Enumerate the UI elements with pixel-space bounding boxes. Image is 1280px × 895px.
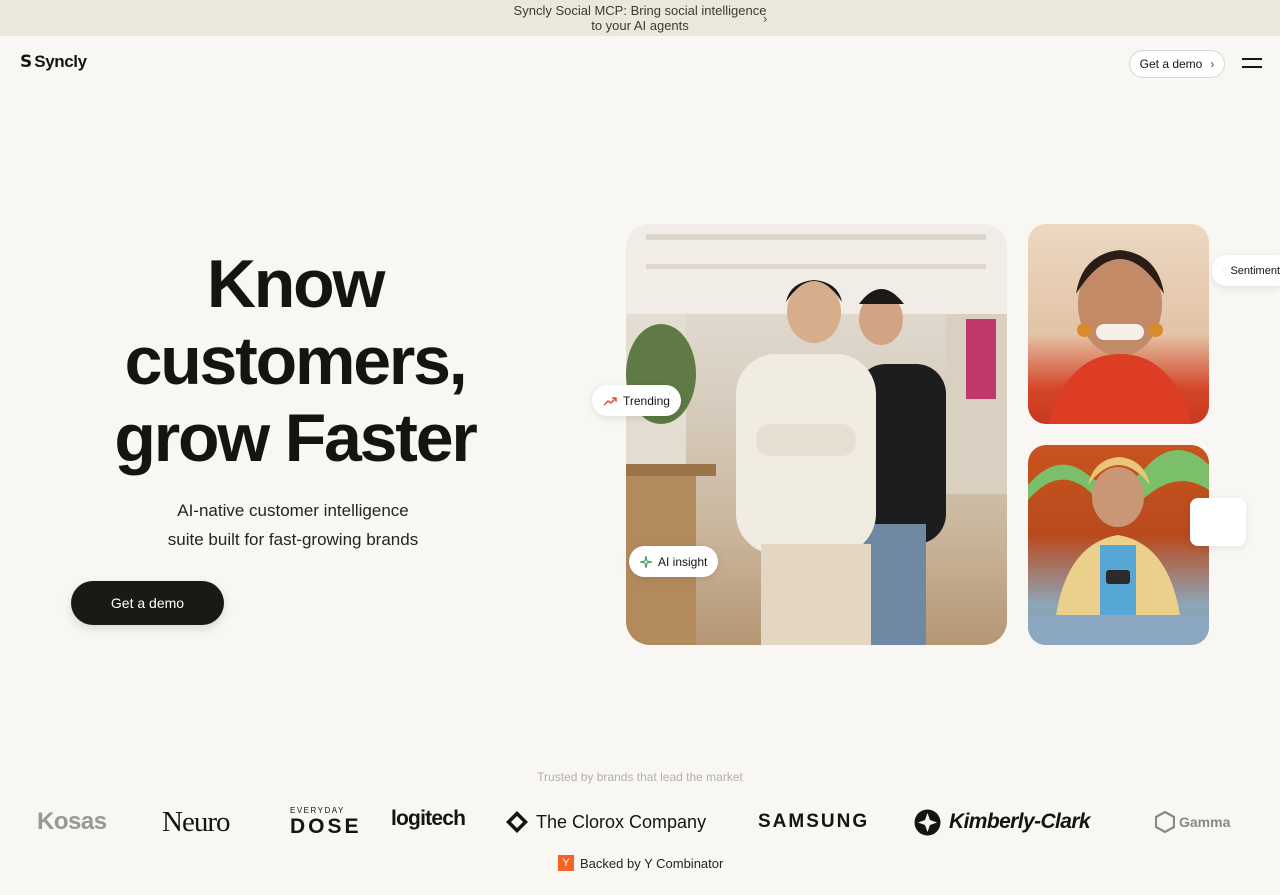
syncly-logo[interactable]: S Syncly — [20, 52, 87, 72]
kimberly-clark-logo-text: Kimberly-Clark — [949, 810, 1091, 833]
gamma-logo-text: Gamma — [1179, 814, 1231, 830]
hero-photo-smiling-woman — [1028, 224, 1209, 424]
hero-title-line-2: customers, — [124, 323, 468, 399]
kimberly-clark-emblem-icon — [914, 809, 941, 835]
hero-photo-phone-user — [1028, 445, 1209, 645]
syncly-logo-text: Syncly — [34, 52, 87, 71]
chevron-right-icon: › — [1210, 57, 1215, 71]
header-get-demo-label: Get a demo — [1139, 57, 1203, 71]
gamma-hexagon-icon — [1155, 811, 1175, 833]
clorox-logo-text: The Clorox Company — [536, 811, 707, 832]
syncly-logo-mark: S — [20, 52, 33, 72]
sentiment-chip-label: Sentiment — [1230, 264, 1280, 277]
neuro-logo: Neuro — [162, 805, 230, 838]
everyday-dose-logo-big: DOSE — [290, 815, 362, 838]
ai-insight-chip-label: AI insight — [658, 554, 708, 569]
floating-card — [1190, 498, 1246, 546]
sparkle-icon — [640, 555, 652, 568]
ai-insight-chip: AI insight — [629, 546, 719, 577]
brand-logo-strip: Kosas Neuro EVERYDAY DOSE logitech The C… — [0, 800, 1280, 844]
y-combinator-icon: Y — [558, 855, 574, 871]
kosas-logo: Kosas — [37, 808, 107, 835]
logitech-logo: logitech — [391, 807, 466, 830]
hero-title: Know customers, grow Faster — [80, 246, 510, 477]
hero-title-line-3: grow Faster — [114, 400, 477, 476]
chevron-right-icon: › — [763, 11, 768, 26]
y-combinator-text: Backed by Y Combinator — [580, 855, 724, 871]
hero-subtitle-line-2: suite built for fast-growing brands — [167, 530, 419, 549]
gamma-logo: Gamma — [1155, 800, 1230, 844]
smile-icon — [1223, 269, 1225, 272]
sentiment-chip: Sentiment — [1212, 255, 1280, 286]
clorox-logo: The Clorox Company — [505, 800, 706, 844]
hero-subtitle-line-1: AI-native customer intelligence — [177, 501, 409, 520]
y-combinator-badge[interactable]: Y Backed by Y Combinator — [558, 855, 723, 871]
hero-subtitle: AI-native customer intelligence suite bu… — [130, 496, 456, 554]
trending-chip: Trending — [592, 385, 681, 416]
trending-up-icon — [603, 396, 617, 405]
everyday-dose-logo: EVERYDAY DOSE — [290, 800, 362, 844]
trusted-caption: Trusted by brands that lead the market — [537, 770, 743, 784]
clorox-diamond-icon — [506, 811, 528, 833]
header-get-demo-button[interactable]: Get a demo › — [1129, 50, 1225, 78]
trending-chip-label: Trending — [623, 393, 670, 408]
kimberly-clark-logo: Kimberly-Clark — [914, 800, 1091, 844]
hero-photo-office — [626, 224, 1007, 645]
announcement-text: Syncly Social MCP: Bring social intellig… — [513, 3, 767, 33]
hamburger-menu-icon[interactable] — [1242, 56, 1262, 70]
hero-get-demo-button[interactable]: Get a demo — [71, 581, 224, 625]
samsung-logo: SAMSUNG — [758, 811, 870, 832]
announcement-banner[interactable]: Syncly Social MCP: Bring social intellig… — [0, 0, 1280, 36]
hero-title-line-1: Know — [206, 246, 385, 322]
